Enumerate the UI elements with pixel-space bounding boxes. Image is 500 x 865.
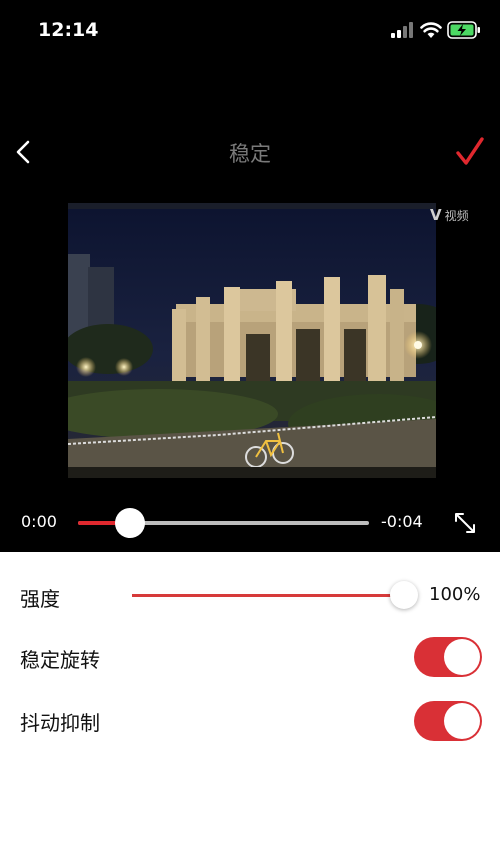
- watermark-text: 视频: [444, 208, 469, 223]
- stabilize-rotation-label: 稳定旋转: [20, 648, 100, 672]
- status-time: 12:14: [38, 19, 99, 41]
- video-stabilize-screen: 12:14 稳定 V 视频 0:00 -0:04 强度 100% 稳定旋转 抖动…: [0, 0, 500, 865]
- fullscreen-icon[interactable]: [451, 509, 479, 537]
- strength-value: 100%: [429, 584, 481, 605]
- shake-suppression-toggle[interactable]: [414, 701, 482, 741]
- signal-icon: [391, 22, 413, 38]
- strength-label: 强度: [20, 587, 60, 611]
- current-time: 0:00: [21, 512, 57, 531]
- watermark: V 视频: [430, 206, 469, 224]
- shake-suppression-label: 抖动抑制: [20, 711, 100, 735]
- status-bar: 12:14: [0, 0, 500, 60]
- settings-panel: 强度 100% 稳定旋转 抖动抑制: [0, 552, 500, 865]
- playback-knob[interactable]: [115, 508, 146, 538]
- battery-charging-icon: [447, 21, 480, 39]
- wifi-icon: [420, 22, 442, 38]
- strength-slider[interactable]: [132, 581, 418, 609]
- playback-scrubber[interactable]: [78, 508, 369, 538]
- strength-slider-fill: [132, 594, 404, 597]
- stabilize-rotation-toggle[interactable]: [414, 637, 482, 677]
- video-preview[interactable]: [68, 203, 436, 478]
- strength-slider-knob[interactable]: [390, 581, 418, 609]
- remaining-time: -0:04: [381, 512, 423, 531]
- confirm-checkmark-icon[interactable]: [450, 132, 490, 172]
- watermark-logo-icon: V: [430, 206, 442, 224]
- page-title: 稳定: [229, 142, 271, 166]
- toggle-knob: [444, 639, 480, 675]
- video-frame-image: [68, 209, 436, 478]
- toggle-knob: [444, 703, 480, 739]
